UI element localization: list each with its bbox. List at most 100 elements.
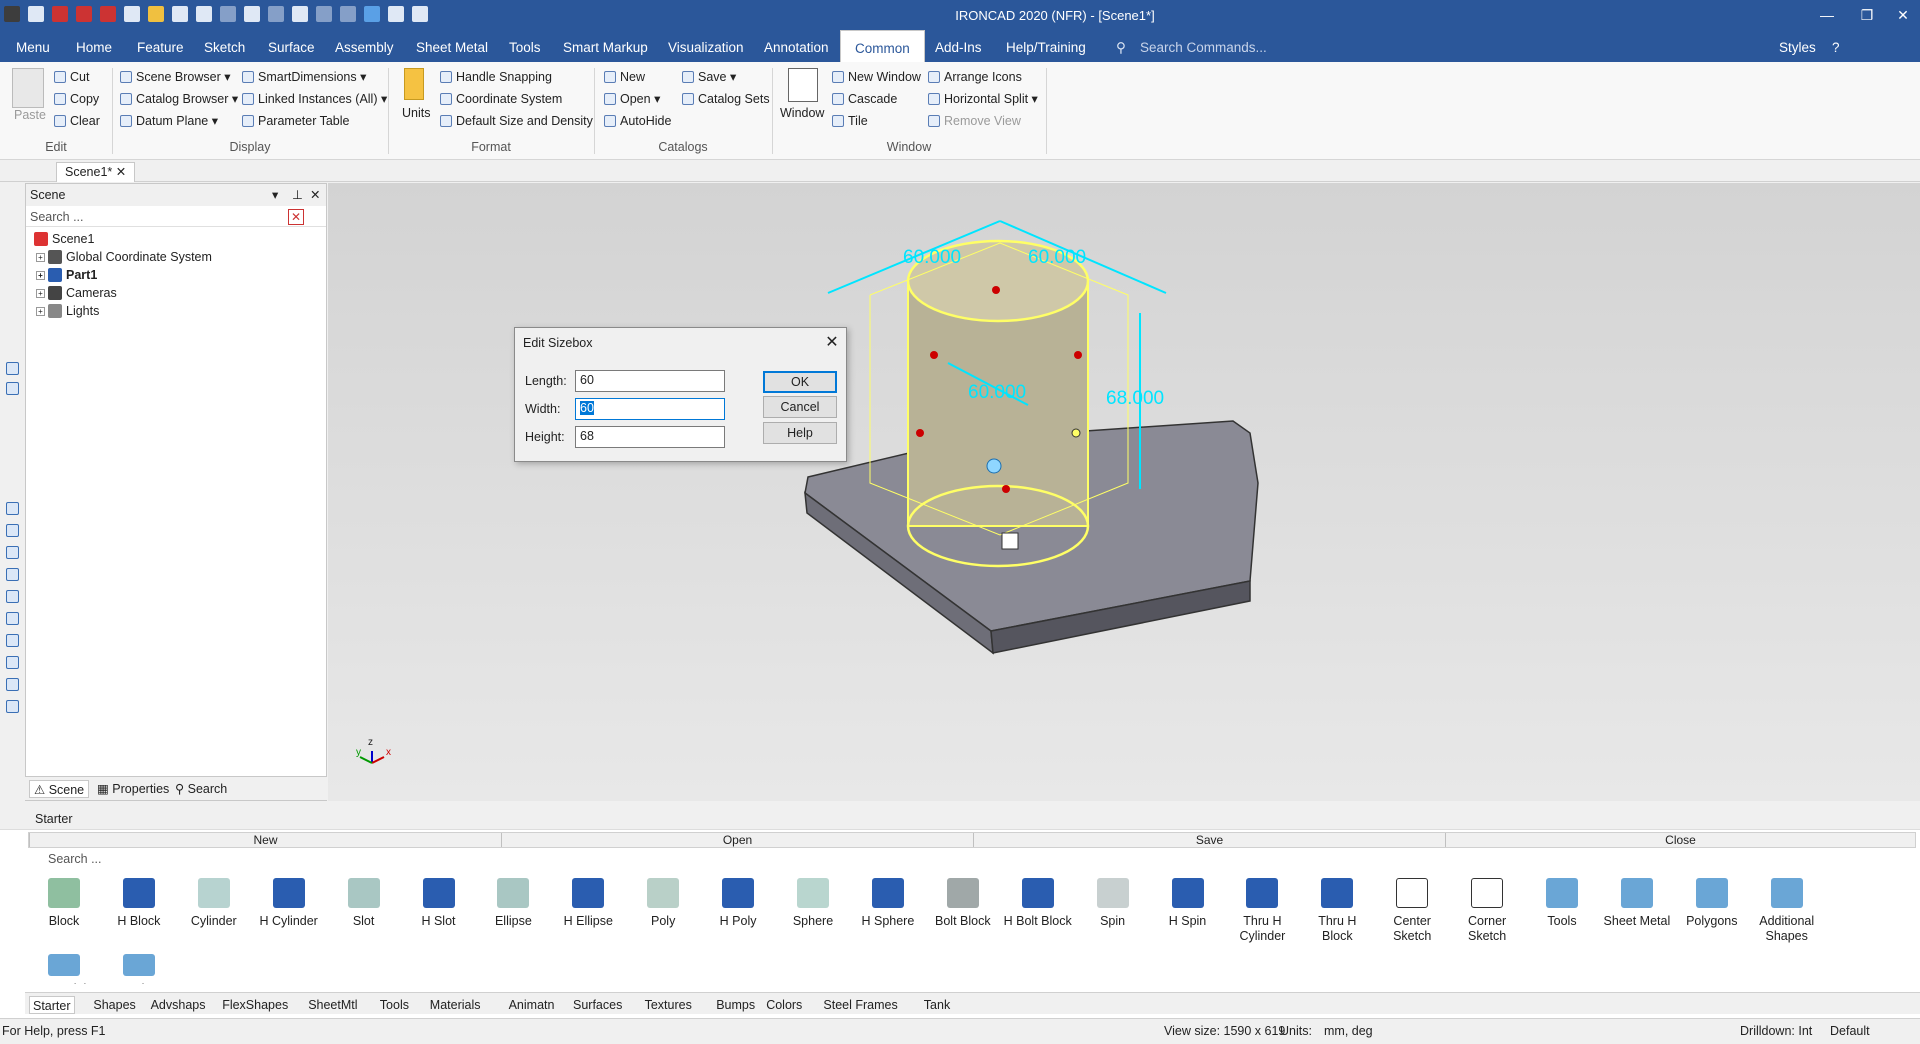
catalog-tab[interactable]: Bumps [716, 996, 755, 1014]
close-window-button[interactable]: ✕ [1888, 4, 1918, 26]
tool-icon[interactable] [6, 700, 19, 713]
tool-icon[interactable] [6, 382, 19, 395]
scene-browser-button[interactable]: Scene Browser ▾ [120, 68, 231, 86]
catalog-open-button[interactable]: Open [501, 833, 973, 847]
arrange-icons-button[interactable]: Arrange Icons [928, 68, 1022, 86]
tree-item-global-coordinate-system[interactable]: + Global Coordinate System [36, 248, 212, 266]
height-field[interactable]: 68 [575, 426, 725, 448]
cascade-button[interactable]: Cascade [832, 90, 897, 108]
catalog-tab[interactable]: Textures [645, 996, 692, 1014]
tab-add-ins[interactable]: Add-Ins [929, 30, 988, 62]
clear-button[interactable]: Clear [54, 112, 100, 130]
shape-item[interactable]: Spin [1077, 878, 1149, 929]
catalog-tab[interactable]: Animatn [509, 996, 555, 1014]
shape-item[interactable]: Ellipse [477, 878, 549, 929]
tab-smart-markup[interactable]: Smart Markup [557, 30, 654, 62]
tab-common[interactable]: Common [840, 30, 925, 62]
expand-icon[interactable]: + [36, 271, 45, 280]
close-doc-icon[interactable] [52, 6, 68, 22]
shape-item[interactable]: Cylinder [178, 878, 250, 929]
shape-item[interactable]: Bolt Block [927, 878, 999, 929]
catalog-tab[interactable]: Tools [380, 996, 409, 1014]
tool-icon[interactable] [6, 546, 19, 559]
expand-icon[interactable]: + [36, 289, 45, 298]
catalog-tab[interactable]: Tank [924, 996, 950, 1014]
handle-center[interactable] [1002, 485, 1010, 493]
tab-scene[interactable]: ⚠ Scene [29, 780, 90, 798]
shape-item[interactable]: Slot [328, 878, 400, 929]
dim-label-length[interactable]: 60.000 [903, 247, 961, 268]
units-value[interactable]: mm, deg [1324, 1024, 1373, 1038]
units-button[interactable]: Units [402, 104, 430, 122]
shape-item[interactable]: H Sphere [852, 878, 924, 929]
tab-home[interactable]: Home [70, 30, 118, 62]
help-button[interactable]: Help [763, 422, 837, 444]
shape-item[interactable]: Thru H Cylinder [1226, 878, 1298, 944]
tab-menu[interactable]: Menu [10, 30, 56, 62]
catalog-sets-button[interactable]: Catalog Sets [682, 90, 770, 108]
tab-sheet-metal[interactable]: Sheet Metal [410, 30, 494, 62]
tool-icon[interactable] [6, 590, 19, 603]
tab-feature[interactable]: Feature [131, 30, 190, 62]
tab-sketch[interactable]: Sketch [198, 30, 251, 62]
tile-button[interactable]: Tile [832, 112, 868, 130]
coordinate-system-button[interactable]: Coordinate System [440, 90, 562, 108]
shape-item[interactable]: H Slot [403, 878, 475, 929]
tab-surface[interactable]: Surface [262, 30, 321, 62]
scene-search-input[interactable]: Search ... [26, 207, 326, 227]
shape-item[interactable]: H Block [103, 878, 175, 929]
autohide-button[interactable]: AutoHide [604, 112, 671, 130]
tool-icon[interactable] [6, 568, 19, 581]
catalog-tab[interactable]: Advshaps [151, 996, 206, 1014]
catalog-tab[interactable]: Colors [766, 996, 802, 1014]
tree-item-cameras[interactable]: + Cameras [36, 284, 117, 302]
shape-item[interactable]: Sheet Metal [1601, 878, 1673, 929]
tool-icon[interactable] [6, 524, 19, 537]
horizontal-split-button[interactable]: Horizontal Split ▾ [928, 90, 1038, 108]
shape-item[interactable]: Material [28, 954, 100, 984]
new-icon[interactable] [28, 6, 44, 22]
width-field[interactable]: 60 [575, 398, 725, 420]
default-select[interactable]: Default [1830, 1024, 1870, 1038]
length-field[interactable]: 60 [575, 370, 725, 392]
catalog-tab[interactable]: FlexShapes [222, 996, 288, 1014]
catalog-tab[interactable]: Starter [29, 996, 75, 1014]
datum-plane-button[interactable]: Datum Plane ▾ [120, 112, 218, 130]
shape-item[interactable]: Tools [1526, 878, 1598, 929]
shape-item[interactable]: H Spin [1152, 878, 1224, 929]
anchor-handle[interactable] [986, 458, 1002, 474]
catalog-browser-button[interactable]: Catalog Browser ▾ [120, 90, 238, 108]
restore-button[interactable]: ❐ [1852, 4, 1882, 26]
tab-annotation[interactable]: Annotation [758, 30, 835, 62]
expand-icon[interactable]: + [36, 307, 45, 316]
3d-viewport[interactable]: 60.000 60.000 60.000 68.000 z x y [328, 183, 1920, 801]
tab-tools[interactable]: Tools [503, 30, 547, 62]
catalog-tab[interactable]: Materials [430, 996, 481, 1014]
tool-icon[interactable] [6, 502, 19, 515]
close-icon[interactable]: ✕ [822, 332, 842, 352]
tab-visualization[interactable]: Visualization [662, 30, 750, 62]
shape-item[interactable]: Polygons [1676, 878, 1748, 929]
minimize-button[interactable]: — [1812, 4, 1842, 26]
close-panel-icon[interactable]: ✕ [310, 184, 320, 206]
tool-icon[interactable] [6, 612, 19, 625]
tab-help-training[interactable]: Help/Training [1000, 30, 1092, 62]
catalog-save-button[interactable]: Save ▾ [682, 68, 736, 86]
remove-view-button[interactable]: Remove View [928, 112, 1021, 130]
tool-icon[interactable] [6, 656, 19, 669]
help-icon[interactable]: ? [1826, 30, 1846, 62]
shape-item[interactable]: Poly [627, 878, 699, 929]
cancel-button[interactable]: Cancel [763, 396, 837, 418]
pdf-icon[interactable] [76, 6, 92, 22]
shape-item[interactable]: H Ellipse [552, 878, 624, 929]
cut-button[interactable]: Cut [54, 68, 89, 86]
tree-item-scene1[interactable]: Scene1 [34, 230, 94, 248]
shape-item[interactable]: H Poly [702, 878, 774, 929]
catalog-new-button[interactable]: New [604, 68, 645, 86]
styles-menu[interactable]: Styles [1773, 30, 1822, 62]
new-window-button[interactable]: New Window [832, 68, 921, 86]
copy-button[interactable]: Copy [54, 90, 99, 108]
tree-item-part1[interactable]: + Part1 [36, 266, 97, 284]
shape-item[interactable]: Setting [103, 954, 175, 984]
shape-item[interactable]: Sphere [777, 878, 849, 929]
